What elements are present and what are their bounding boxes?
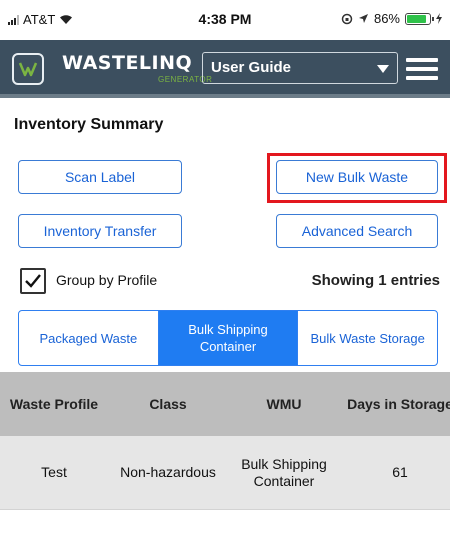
battery-percent: 86% <box>373 11 400 26</box>
column-header-waste-profile[interactable]: Waste Profile <box>0 372 108 436</box>
location-icon <box>358 14 368 23</box>
app-header: WASTELINQ GENERATOR User Guide <box>0 40 450 98</box>
user-guide-select[interactable]: User Guide <box>202 52 398 84</box>
group-by-profile-checkbox[interactable] <box>20 268 46 294</box>
group-by-profile-label: Group by Profile <box>56 272 158 288</box>
menu-icon[interactable] <box>406 58 438 80</box>
check-mark-logo-icon <box>18 62 38 77</box>
tab-packaged-waste[interactable]: Packaged Waste <box>19 311 159 365</box>
charging-icon <box>436 13 442 24</box>
scan-label-button[interactable]: Scan Label <box>18 160 182 194</box>
advanced-search-button[interactable]: Advanced Search <box>276 214 438 248</box>
showing-entries-text: Showing 1 entries <box>311 272 440 289</box>
column-header-days-in-storage[interactable]: Days in Storage <box>340 372 450 436</box>
page-title: Inventory Summary <box>14 116 164 133</box>
chevron-down-icon <box>377 65 389 73</box>
cell-class: Non-hazardous <box>120 464 216 480</box>
new-bulk-waste-button[interactable]: New Bulk Waste <box>276 160 438 194</box>
inventory-transfer-button[interactable]: Inventory Transfer <box>18 214 182 248</box>
lock-rotation-icon <box>341 13 353 24</box>
status-right: 86% <box>341 11 442 26</box>
user-guide-select-value: User Guide <box>211 59 292 76</box>
column-header-class[interactable]: Class <box>108 372 228 436</box>
table-header: Waste Profile Class WMU Days in Storage <box>0 372 450 436</box>
inventory-table: Waste Profile Class WMU Days in Storage … <box>0 372 450 510</box>
brand-name: WASTELINQ <box>62 52 193 74</box>
cell-days-in-storage: 61 <box>392 464 408 480</box>
cell-wmu: Bulk Shipping Container <box>241 455 327 489</box>
tab-bulk-shipping-container[interactable]: Bulk Shipping Container <box>158 311 299 365</box>
tab-bulk-waste-storage[interactable]: Bulk Waste Storage <box>298 311 437 365</box>
checkmark-icon <box>25 274 41 288</box>
battery-fill <box>407 14 426 23</box>
table-row[interactable]: Test Non-hazardous Bulk Shipping Contain… <box>0 436 450 510</box>
status-bar: AT&T 4:38 PM 86% <box>0 0 450 40</box>
waste-type-tabs: Packaged Waste Bulk Shipping Container B… <box>18 310 438 366</box>
cell-waste-profile: Test <box>41 464 67 480</box>
app-logo-icon <box>12 53 44 85</box>
battery-icon <box>405 12 434 25</box>
column-header-wmu[interactable]: WMU <box>228 372 340 436</box>
